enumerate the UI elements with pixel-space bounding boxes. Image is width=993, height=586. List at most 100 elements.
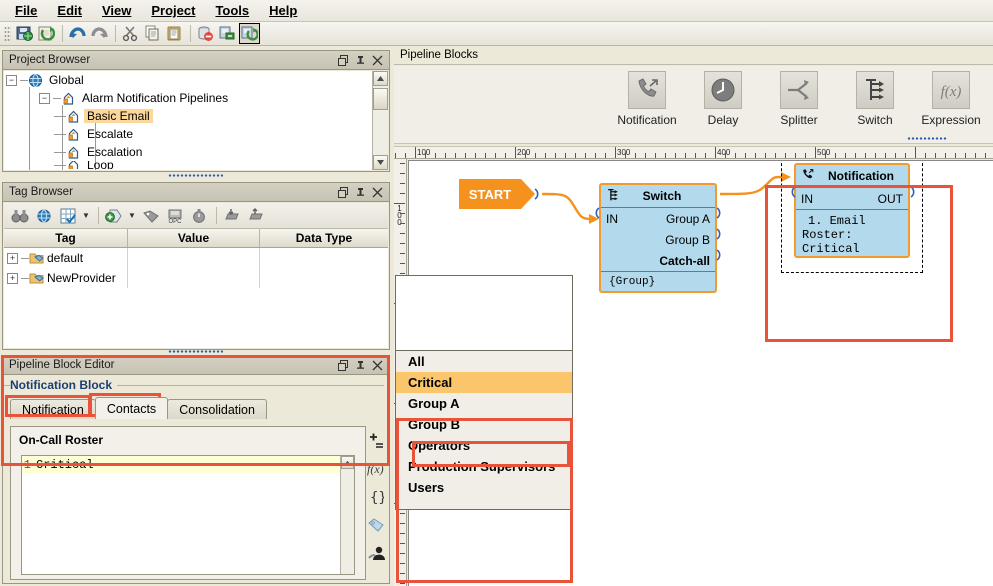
- value-cell[interactable]: [128, 248, 260, 268]
- paste-button[interactable]: [164, 23, 185, 44]
- value-cell[interactable]: [128, 268, 260, 288]
- data-type-cell[interactable]: [260, 268, 388, 288]
- palette-item-notification[interactable]: Notification: [609, 71, 685, 127]
- tag-cell[interactable]: + default: [4, 248, 128, 268]
- maximize-icon[interactable]: [336, 358, 351, 373]
- data-type-cell[interactable]: [260, 248, 388, 268]
- splitter-handle-horizontal[interactable]: [168, 174, 223, 177]
- close-icon[interactable]: [370, 185, 385, 200]
- palette-item-splitter[interactable]: Splitter: [761, 71, 837, 127]
- tree-node-escalation[interactable]: Escalation: [4, 143, 388, 161]
- update-project-button[interactable]: [239, 23, 260, 44]
- add-binding-icon[interactable]: [367, 432, 385, 450]
- roster-line[interactable]: 1 Critical: [22, 456, 340, 473]
- roster-editor[interactable]: 1 Critical: [21, 455, 355, 575]
- switch-output-catch-all[interactable]: Catch-all: [659, 254, 710, 268]
- table-row[interactable]: + NewProvider: [4, 268, 388, 288]
- dropdown-item-production-supervisors[interactable]: Production Supervisors: [396, 456, 572, 477]
- menu-view[interactable]: View: [93, 1, 140, 20]
- binoculars-icon[interactable]: [9, 205, 31, 227]
- undo-button[interactable]: [67, 23, 88, 44]
- start-block[interactable]: START: [459, 179, 544, 212]
- dropdown-item-group-b[interactable]: Group B: [396, 414, 572, 435]
- save-button[interactable]: [14, 23, 35, 44]
- scroll-down-icon[interactable]: [373, 155, 388, 170]
- palette-item-expression[interactable]: f(x) Expression: [913, 71, 989, 127]
- copy-button[interactable]: [142, 23, 163, 44]
- scroll-up-icon[interactable]: [341, 456, 354, 469]
- roster-value[interactable]: Critical: [36, 458, 94, 472]
- globe-tag-icon[interactable]: [33, 205, 55, 227]
- new-tag-icon[interactable]: [103, 205, 125, 227]
- roster-dropdown-list[interactable]: All Critical Group A Group B Operators P…: [395, 350, 573, 510]
- switch-output-group-b[interactable]: Group B: [665, 233, 710, 247]
- database-disabled-button[interactable]: [195, 23, 216, 44]
- redo-button[interactable]: [89, 23, 110, 44]
- expander-icon[interactable]: −: [6, 74, 17, 86]
- scrollbar-thumb[interactable]: [373, 88, 388, 110]
- chevron-down-icon[interactable]: ▼: [127, 205, 137, 227]
- expander-icon[interactable]: −: [39, 92, 50, 104]
- pin-icon[interactable]: [353, 185, 368, 200]
- column-header-data-type[interactable]: Data Type: [260, 229, 388, 247]
- dropdown-item-operators[interactable]: Operators: [396, 435, 572, 456]
- menu-edit[interactable]: Edit: [48, 1, 91, 20]
- download-button[interactable]: [217, 23, 238, 44]
- close-icon[interactable]: [370, 358, 385, 373]
- notification-out-port[interactable]: [909, 185, 923, 199]
- column-header-tag[interactable]: Tag: [4, 229, 128, 247]
- gauge-icon[interactable]: [188, 205, 210, 227]
- menu-file[interactable]: File: [6, 1, 46, 20]
- maximize-icon[interactable]: [336, 185, 351, 200]
- tab-notification[interactable]: Notification: [10, 399, 96, 419]
- table-row[interactable]: + default: [4, 248, 388, 268]
- tag-cell[interactable]: + NewProvider: [4, 268, 128, 288]
- expander-icon[interactable]: +: [7, 272, 18, 284]
- export-icon[interactable]: [245, 205, 267, 227]
- switch-out-port-a[interactable]: [715, 206, 729, 220]
- notification-output-label[interactable]: OUT: [878, 192, 903, 206]
- tag-grid-icon[interactable]: [57, 205, 79, 227]
- maximize-icon[interactable]: [336, 53, 351, 68]
- braces-icon[interactable]: {}: [367, 488, 385, 506]
- tree-node-loop[interactable]: Loop: [4, 161, 388, 169]
- switch-out-port-b[interactable]: [715, 227, 729, 241]
- pin-icon[interactable]: [353, 358, 368, 373]
- menu-project[interactable]: Project: [142, 1, 204, 20]
- tree-node-alarm-notification-pipelines[interactable]: − Alarm Notification Pipelines: [4, 89, 388, 107]
- column-header-value[interactable]: Value: [128, 229, 260, 247]
- chevron-down-icon[interactable]: ▼: [81, 205, 91, 227]
- menu-help[interactable]: Help: [260, 1, 306, 20]
- user-source-icon[interactable]: [367, 544, 385, 562]
- notification-in-port[interactable]: [786, 185, 800, 199]
- cut-button[interactable]: [120, 23, 141, 44]
- dropdown-item-users[interactable]: Users: [396, 477, 572, 498]
- import-icon[interactable]: [221, 205, 243, 227]
- roster-scrollbar[interactable]: [340, 456, 354, 574]
- menu-tools[interactable]: Tools: [206, 1, 258, 20]
- expression-icon[interactable]: f(x): [367, 460, 385, 478]
- pin-icon[interactable]: [353, 53, 368, 68]
- dropdown-item-all[interactable]: All: [396, 351, 572, 372]
- roster-code-area[interactable]: 1 Critical: [22, 456, 340, 574]
- switch-output-group-a[interactable]: Group A: [666, 212, 710, 226]
- dropdown-item-group-a[interactable]: Group A: [396, 393, 572, 414]
- tag-icon[interactable]: [140, 205, 162, 227]
- expander-icon[interactable]: +: [7, 252, 18, 264]
- tree-node-escalate[interactable]: Escalate: [4, 125, 388, 143]
- tag-binding-icon[interactable]: [367, 516, 385, 534]
- project-browser-tree[interactable]: − Global − Alarm Notification Pipelines …: [4, 71, 388, 170]
- notification-block[interactable]: Notification IN OUT 1. Email Roster: Cri…: [794, 163, 910, 258]
- splitter-handle-vertical[interactable]: [907, 137, 947, 140]
- switch-block[interactable]: Switch IN Group A Group B Catch-all {Gro…: [599, 183, 717, 293]
- tab-contacts[interactable]: Contacts: [94, 397, 169, 419]
- scroll-up-icon[interactable]: [373, 71, 388, 86]
- close-icon[interactable]: [370, 53, 385, 68]
- tree-node-basic-email[interactable]: Basic Email: [4, 107, 388, 125]
- splitter-handle-horizontal[interactable]: [168, 350, 223, 353]
- switch-in-port[interactable]: [589, 206, 605, 222]
- tree-node-global[interactable]: − Global: [4, 71, 388, 89]
- refresh-button[interactable]: [36, 23, 57, 44]
- opc-icon[interactable]: OPC: [164, 205, 186, 227]
- palette-item-switch[interactable]: Switch: [837, 71, 913, 127]
